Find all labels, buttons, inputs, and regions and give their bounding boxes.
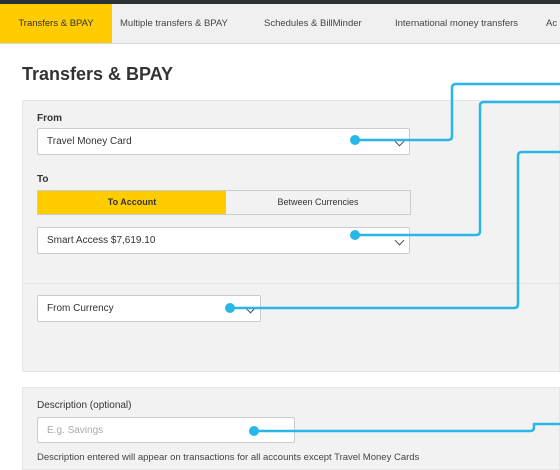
- to-label: To: [37, 174, 49, 185]
- between-currencies-option[interactable]: Between Currencies: [226, 191, 410, 214]
- tab-label: Multiple transfers & BPAY: [120, 18, 228, 29]
- description-label: Description (optional): [37, 400, 132, 411]
- tab-label: Schedules & BillMinder: [264, 18, 362, 29]
- chevron-down-icon: [394, 235, 405, 246]
- tab-bar: Transfers & BPAY Multiple transfers & BP…: [0, 4, 560, 44]
- to-account-value: Smart Access $7,619.10: [47, 235, 156, 246]
- from-currency-select[interactable]: From Currency: [37, 295, 261, 322]
- to-account-option[interactable]: To Account: [38, 191, 226, 214]
- description-hint: Description entered will appear on trans…: [37, 452, 420, 463]
- tab-international-transfers[interactable]: International money transfers: [395, 4, 519, 43]
- tab-label: Ac: [546, 18, 558, 29]
- chevron-down-icon: [394, 136, 405, 147]
- description-panel: Description (optional) Description enter…: [22, 387, 560, 470]
- currency-panel: From Currency: [22, 283, 560, 372]
- to-account-select[interactable]: Smart Access $7,619.10: [37, 227, 410, 254]
- tab-multiple-transfers[interactable]: Multiple transfers & BPAY: [120, 4, 228, 43]
- from-currency-value: From Currency: [47, 303, 114, 314]
- from-account-value: Travel Money Card: [47, 136, 132, 147]
- from-label: From: [37, 113, 62, 124]
- tab-label: International money transfers: [395, 18, 519, 29]
- accounts-panel: From Travel Money Card To To Account Bet…: [22, 100, 560, 308]
- main-content: Transfers & BPAY From Travel Money Card …: [8, 44, 560, 470]
- to-type-toggle: To Account Between Currencies: [37, 190, 411, 215]
- tab-schedules-billminder[interactable]: Schedules & BillMinder: [264, 4, 362, 43]
- page-title: Transfers & BPAY: [22, 64, 174, 84]
- description-input[interactable]: [37, 417, 295, 443]
- chevron-down-icon: [245, 303, 256, 314]
- tab-more[interactable]: Ac: [546, 4, 558, 43]
- from-account-select[interactable]: Travel Money Card: [37, 128, 410, 155]
- tab-transfers-bpay[interactable]: Transfers & BPAY: [0, 4, 112, 43]
- tab-label: Transfers & BPAY: [18, 18, 94, 29]
